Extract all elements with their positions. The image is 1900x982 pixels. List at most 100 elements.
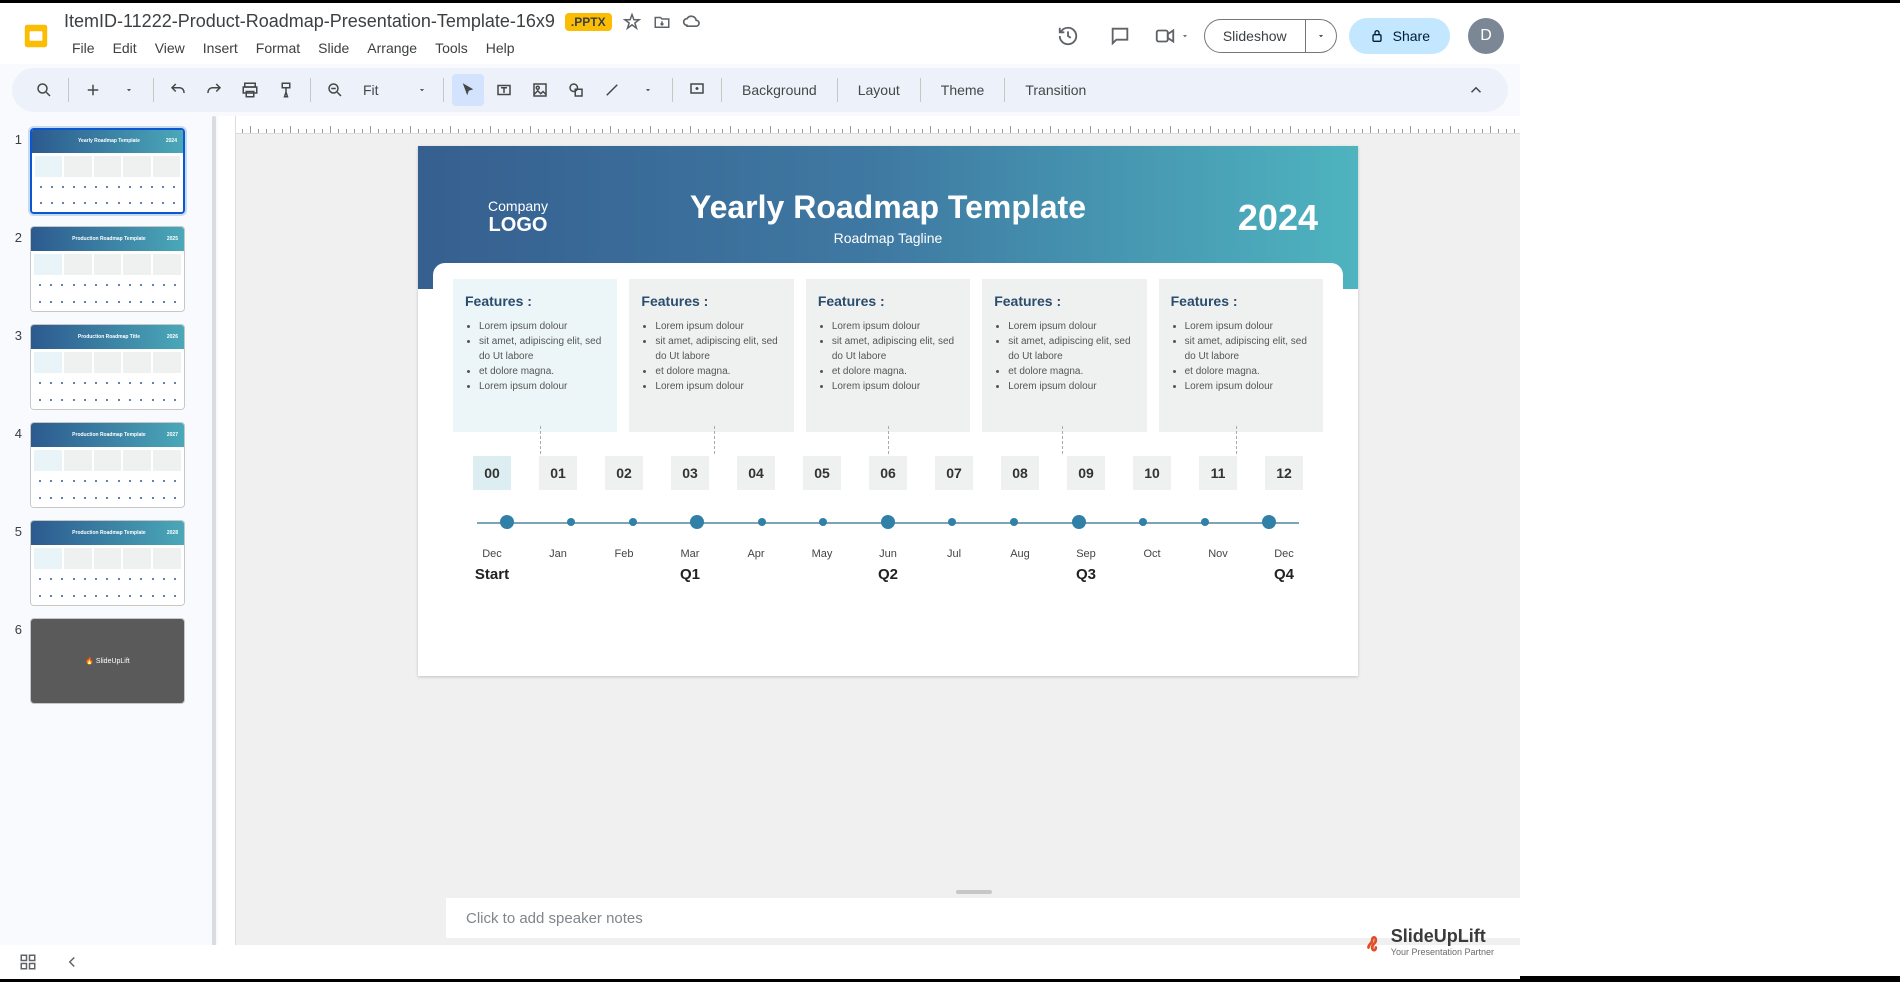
timeline-month[interactable]: Jan — [539, 548, 577, 560]
feature-heading[interactable]: Features : — [818, 293, 958, 309]
timeline-quarter[interactable] — [803, 566, 841, 583]
logo-label[interactable]: LOGO — [458, 214, 578, 237]
meet-button[interactable] — [1152, 16, 1192, 56]
feature-card[interactable]: Features : Lorem ipsum doloursit amet, ad… — [806, 279, 970, 433]
feature-list[interactable]: Lorem ipsum doloursit amet, adipiscing e… — [641, 319, 781, 394]
theme-button[interactable]: Theme — [929, 76, 997, 104]
slide-thumbnail[interactable]: Production Roadmap Template2027 — [30, 422, 185, 508]
timeline-number[interactable]: 09 — [1067, 456, 1105, 490]
feature-list[interactable]: Lorem ipsum doloursit amet, adipiscing e… — [1171, 319, 1311, 394]
timeline-quarter[interactable] — [539, 566, 577, 583]
timeline-month[interactable]: May — [803, 548, 841, 560]
notes-divider[interactable] — [428, 886, 1520, 898]
redo-button[interactable] — [198, 74, 230, 106]
speaker-notes[interactable]: Click to add speaker notes — [446, 898, 1520, 938]
timeline-month[interactable]: Oct — [1133, 548, 1171, 560]
slide-title[interactable]: Yearly Roadmap Template — [578, 189, 1198, 226]
timeline-quarter[interactable] — [1199, 566, 1237, 583]
menu-file[interactable]: File — [64, 36, 103, 60]
timeline-number[interactable]: 10 — [1133, 456, 1171, 490]
slide-thumbnail[interactable]: Yearly Roadmap Template2024 — [30, 128, 185, 214]
slide-canvas[interactable]: Company LOGO Yearly Roadmap Template Roa… — [418, 146, 1358, 676]
layout-button[interactable]: Layout — [846, 76, 912, 104]
feature-card[interactable]: Features : Lorem ipsum doloursit amet, ad… — [629, 279, 793, 433]
menu-help[interactable]: Help — [478, 36, 523, 60]
timeline-quarter[interactable] — [737, 566, 775, 583]
timeline-quarter[interactable] — [1001, 566, 1039, 583]
feature-list[interactable]: Lorem ipsum doloursit amet, adipiscing e… — [465, 319, 605, 394]
timeline-number[interactable]: 12 — [1265, 456, 1303, 490]
transition-button[interactable]: Transition — [1013, 76, 1098, 104]
line-tool[interactable] — [596, 74, 628, 106]
feature-list[interactable]: Lorem ipsum doloursit amet, adipiscing e… — [994, 319, 1134, 394]
comment-tool[interactable] — [681, 74, 713, 106]
background-button[interactable]: Background — [730, 76, 829, 104]
feature-heading[interactable]: Features : — [641, 293, 781, 309]
timeline-month[interactable]: Jul — [935, 548, 973, 560]
star-icon[interactable] — [622, 12, 642, 32]
menu-tools[interactable]: Tools — [427, 36, 476, 60]
collapse-toolbar-icon[interactable] — [1460, 74, 1492, 106]
menu-arrange[interactable]: Arrange — [359, 36, 425, 60]
timeline-month[interactable]: Aug — [1001, 548, 1039, 560]
print-button[interactable] — [234, 74, 266, 106]
timeline-number[interactable]: 07 — [935, 456, 973, 490]
share-button[interactable]: Share — [1349, 18, 1450, 54]
timeline-quarter[interactable]: Q2 — [869, 566, 907, 583]
feature-list[interactable]: Lorem ipsum doloursit amet, adipiscing e… — [818, 319, 958, 394]
menu-edit[interactable]: Edit — [105, 36, 145, 60]
timeline-number[interactable]: 08 — [1001, 456, 1039, 490]
timeline-number[interactable]: 11 — [1199, 456, 1237, 490]
zoom-level[interactable]: Fit — [355, 78, 435, 102]
timeline-month[interactable]: Mar — [671, 548, 709, 560]
timeline-number[interactable]: 06 — [869, 456, 907, 490]
timeline-month[interactable]: Nov — [1199, 548, 1237, 560]
move-icon[interactable] — [652, 12, 672, 32]
zoom-out-icon[interactable] — [319, 74, 351, 106]
history-icon[interactable] — [1048, 16, 1088, 56]
grid-view-icon[interactable] — [16, 950, 40, 974]
select-tool[interactable] — [452, 74, 484, 106]
timeline-month[interactable]: Dec — [1265, 548, 1303, 560]
feature-card[interactable]: Features :Lorem ipsum doloursit amet, ad… — [453, 279, 617, 433]
slide-thumbnail[interactable]: Production Roadmap Title2026 — [30, 324, 185, 410]
menu-insert[interactable]: Insert — [195, 36, 246, 60]
slideshow-dropdown[interactable] — [1306, 19, 1337, 53]
timeline-quarter[interactable]: Q4 — [1265, 566, 1303, 583]
timeline-quarter[interactable] — [935, 566, 973, 583]
canvas-area[interactable]: ➤ Company LOGO Yearly Roadmap Template R… — [218, 116, 1520, 972]
timeline-month[interactable]: Sep — [1067, 548, 1105, 560]
timeline-month[interactable]: Dec — [473, 548, 511, 560]
feature-card[interactable]: Features : Lorem ipsum doloursit amet, ad… — [982, 279, 1146, 433]
splitter[interactable] — [210, 116, 218, 972]
timeline-quarter[interactable] — [1133, 566, 1171, 583]
image-tool[interactable] — [524, 74, 556, 106]
menu-view[interactable]: View — [147, 36, 193, 60]
feature-heading[interactable]: Features : — [994, 293, 1134, 309]
timeline-number[interactable]: 02 — [605, 456, 643, 490]
avatar[interactable]: D — [1468, 18, 1504, 54]
company-label[interactable]: Company — [458, 198, 578, 214]
timeline-quarter[interactable]: Q1 — [671, 566, 709, 583]
timeline-month[interactable]: Jun — [869, 548, 907, 560]
timeline-month[interactable]: Apr — [737, 548, 775, 560]
new-slide-button[interactable] — [77, 74, 109, 106]
slide-thumbnail[interactable]: Production Roadmap Template2028 — [30, 520, 185, 606]
timeline-quarter[interactable]: Start — [473, 566, 511, 583]
timeline-number[interactable]: 01 — [539, 456, 577, 490]
timeline-number[interactable]: 00 — [473, 456, 511, 490]
document-title[interactable]: ItemID-11222-Product-Roadmap-Presentatio… — [64, 11, 555, 32]
slide-tagline[interactable]: Roadmap Tagline — [578, 230, 1198, 246]
timeline-number[interactable]: 03 — [671, 456, 709, 490]
collapse-filmstrip-icon[interactable] — [60, 950, 84, 974]
app-logo-icon[interactable] — [16, 16, 56, 56]
comment-icon[interactable] — [1100, 16, 1140, 56]
undo-button[interactable] — [162, 74, 194, 106]
paint-format-button[interactable] — [270, 74, 302, 106]
search-icon[interactable] — [28, 74, 60, 106]
slide-thumbnail[interactable]: 🔥 SlideUpLift — [30, 618, 185, 704]
textbox-tool[interactable] — [488, 74, 520, 106]
line-dropdown[interactable] — [632, 74, 664, 106]
film-strip[interactable]: 1Yearly Roadmap Template20242Production … — [0, 116, 210, 972]
slideshow-button[interactable]: Slideshow — [1204, 19, 1306, 53]
